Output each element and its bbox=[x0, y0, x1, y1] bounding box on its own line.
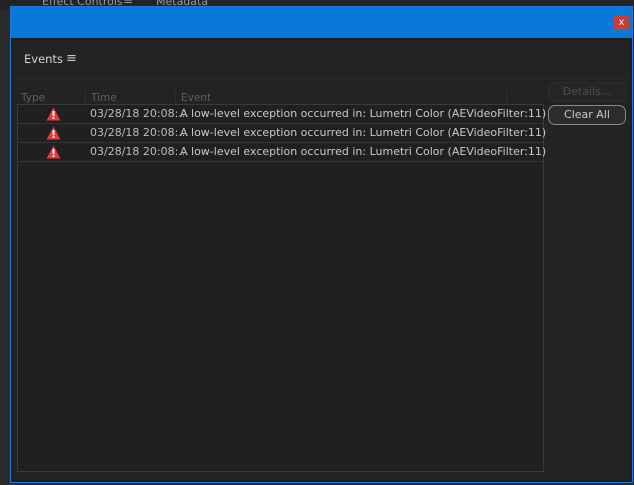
column-divider[interactable] bbox=[85, 91, 86, 105]
event-row[interactable]: 03/28/18 20:08:... A low-level exception… bbox=[18, 105, 547, 124]
column-header-type[interactable]: Type bbox=[21, 91, 45, 105]
event-time: 03/28/18 20:08:... bbox=[90, 145, 189, 158]
events-window: x Events ≡ Type Time Event 03/28/18 20:0… bbox=[10, 6, 633, 483]
warning-icon bbox=[46, 145, 61, 159]
details-button[interactable]: Details... bbox=[548, 82, 626, 102]
event-message: A low-level exception occurred in: Lumet… bbox=[180, 107, 547, 120]
events-panel: Events ≡ Type Time Event 03/28/18 20:08:… bbox=[13, 40, 630, 480]
warning-icon bbox=[46, 126, 61, 140]
close-button[interactable]: x bbox=[614, 15, 629, 30]
column-headers: Type Time Event bbox=[21, 91, 507, 105]
column-header-time[interactable]: Time bbox=[91, 91, 117, 105]
event-time: 03/28/18 20:08:... bbox=[90, 107, 189, 120]
event-row[interactable]: 03/28/18 20:08:... A low-level exception… bbox=[18, 143, 547, 162]
clear-all-button[interactable]: Clear All bbox=[548, 105, 626, 125]
warning-icon bbox=[46, 107, 61, 121]
column-divider[interactable] bbox=[506, 91, 507, 105]
column-header-event[interactable]: Event bbox=[181, 91, 211, 105]
panel-menu-icon[interactable]: ≡ bbox=[66, 51, 77, 66]
event-time: 03/28/18 20:08:... bbox=[90, 126, 189, 139]
event-row[interactable]: 03/28/18 20:08:... A low-level exception… bbox=[18, 124, 547, 143]
column-divider[interactable] bbox=[175, 91, 176, 105]
panel-title: Events bbox=[24, 52, 63, 66]
events-list[interactable]: 03/28/18 20:08:... A low-level exception… bbox=[17, 104, 547, 472]
window-titlebar[interactable]: x bbox=[11, 7, 632, 38]
event-message: A low-level exception occurred in: Lumet… bbox=[180, 145, 547, 158]
panel-header: Events ≡ bbox=[13, 40, 630, 79]
event-message: A low-level exception occurred in: Lumet… bbox=[180, 126, 547, 139]
